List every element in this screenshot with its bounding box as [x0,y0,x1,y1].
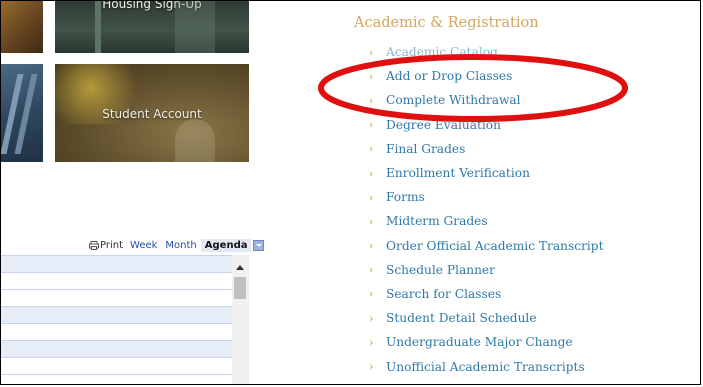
link-final-grades[interactable]: Final Grades [386,142,465,156]
list-item[interactable]: › Degree Evaluation [369,113,603,137]
academic-registration-title: Academic & Registration [354,15,539,31]
list-item[interactable]: › Search for Classes [369,282,603,306]
agenda-row[interactable] [1,358,232,375]
link-schedule-planner[interactable]: Schedule Planner [386,263,495,277]
print-icon [89,240,99,250]
chevron-right-icon: › [369,360,374,374]
academic-link-list: › Academic Catalog › Add or Drop Classes ›… [369,40,603,379]
calendar-print-label: Print [100,239,124,251]
page-frame: Housing Sign-Up Student Account Print We… [0,0,701,385]
agenda-row[interactable] [1,290,232,307]
chevron-right-icon: › [369,214,374,228]
link-academic-catalog[interactable]: Academic Catalog [386,45,498,59]
tab-month[interactable]: Month [161,239,200,252]
chevron-right-icon: › [369,166,374,180]
tile-housing-label: Housing Sign-Up [102,1,202,11]
scroll-up-icon[interactable] [236,265,244,270]
tile-housing-sign-up[interactable]: Housing Sign-Up [55,1,249,53]
chevron-right-icon: › [369,45,374,59]
list-item[interactable]: › Unofficial Academic Transcripts [369,354,603,378]
agenda-row[interactable] [1,256,232,273]
chevron-right-icon: › [369,142,374,156]
tile-image-left-middle[interactable] [1,64,43,162]
link-midterm-grades[interactable]: Midterm Grades [386,214,488,228]
link-order-official-transcript[interactable]: Order Official Academic Transcript [386,239,603,253]
scrollbar-thumb[interactable] [234,277,246,299]
calendar-scrollbar[interactable] [232,255,249,384]
link-undergraduate-major-change[interactable]: Undergraduate Major Change [386,335,573,349]
tab-agenda[interactable]: Agenda [200,238,252,252]
tile-student-account[interactable]: Student Account [55,64,249,162]
agenda-row[interactable] [1,307,232,324]
list-item[interactable]: › Complete Withdrawal [369,88,603,112]
link-search-for-classes[interactable]: Search for Classes [386,287,501,301]
agenda-row[interactable] [1,341,232,358]
list-item[interactable]: › Undergraduate Major Change [369,330,603,354]
calendar-toolbar: Print Week Month Agenda [89,237,265,253]
dropdown-arrow-icon[interactable] [253,239,265,251]
list-item[interactable]: › Order Official Academic Transcript [369,234,603,258]
tab-week[interactable]: Week [126,239,161,252]
link-unofficial-transcripts[interactable]: Unofficial Academic Transcripts [386,360,585,374]
link-degree-evaluation[interactable]: Degree Evaluation [386,118,501,132]
agenda-row[interactable] [1,375,232,384]
list-item[interactable]: › Academic Catalog [369,40,603,64]
chevron-right-icon: › [369,118,374,132]
list-item[interactable]: › Midterm Grades [369,209,603,233]
calendar-agenda-grid [1,255,232,384]
chevron-right-icon: › [369,239,374,253]
agenda-row[interactable] [1,324,232,341]
list-item[interactable]: › Final Grades [369,137,603,161]
chevron-right-icon: › [369,93,374,107]
agenda-row[interactable] [1,273,232,290]
link-add-drop-classes[interactable]: Add or Drop Classes [386,69,512,83]
chevron-right-icon: › [369,335,374,349]
link-forms[interactable]: Forms [386,190,425,204]
list-item[interactable]: › Enrollment Verification [369,161,603,185]
tile-image-left-top[interactable] [1,1,43,53]
chevron-right-icon: › [369,263,374,277]
chevron-right-icon: › [369,311,374,325]
list-item[interactable]: › Forms [369,185,603,209]
link-student-detail-schedule[interactable]: Student Detail Schedule [386,311,537,325]
list-item[interactable]: › Add or Drop Classes [369,64,603,88]
calendar-print-button[interactable]: Print [89,240,123,251]
link-enrollment-verification[interactable]: Enrollment Verification [386,166,530,180]
chevron-right-icon: › [369,190,374,204]
chevron-right-icon: › [369,287,374,301]
tile-student-account-label: Student Account [102,107,202,121]
list-item[interactable]: › Schedule Planner [369,258,603,282]
list-item[interactable]: › Student Detail Schedule [369,306,603,330]
chevron-right-icon: › [369,69,374,83]
link-complete-withdrawal[interactable]: Complete Withdrawal [386,93,521,107]
